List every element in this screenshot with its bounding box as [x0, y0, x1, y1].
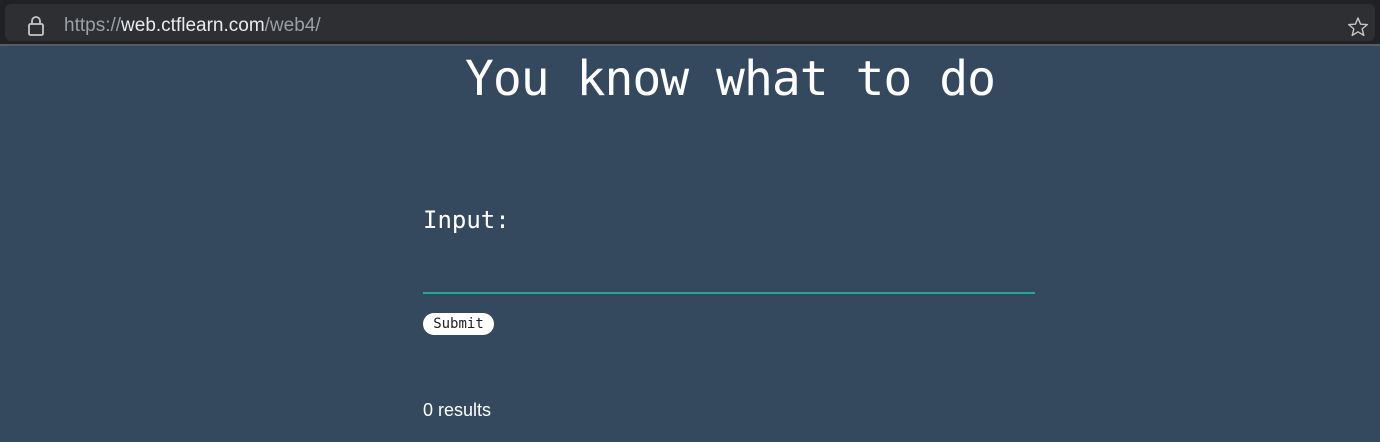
toolbar-divider [0, 44, 1380, 46]
url-scheme: https:// [64, 15, 122, 36]
url-host: web.ctflearn.com [121, 15, 265, 36]
submit-button[interactable]: Submit [423, 313, 494, 335]
input-label: Input: [423, 206, 510, 234]
star-outline-icon[interactable] [1347, 16, 1369, 38]
browser-toolbar: https://web.ctflearn.com/web4/ [0, 0, 1380, 46]
results-count: 0 results [423, 400, 492, 420]
lock-icon[interactable] [27, 15, 45, 37]
url-path: /web4/ [264, 15, 321, 36]
page-title: You know what to do [464, 51, 996, 107]
query-input[interactable] [423, 256, 1035, 294]
url-text[interactable]: https://web.ctflearn.com/web4/ [64, 14, 321, 38]
address-bar[interactable]: https://web.ctflearn.com/web4/ [5, 4, 1375, 41]
